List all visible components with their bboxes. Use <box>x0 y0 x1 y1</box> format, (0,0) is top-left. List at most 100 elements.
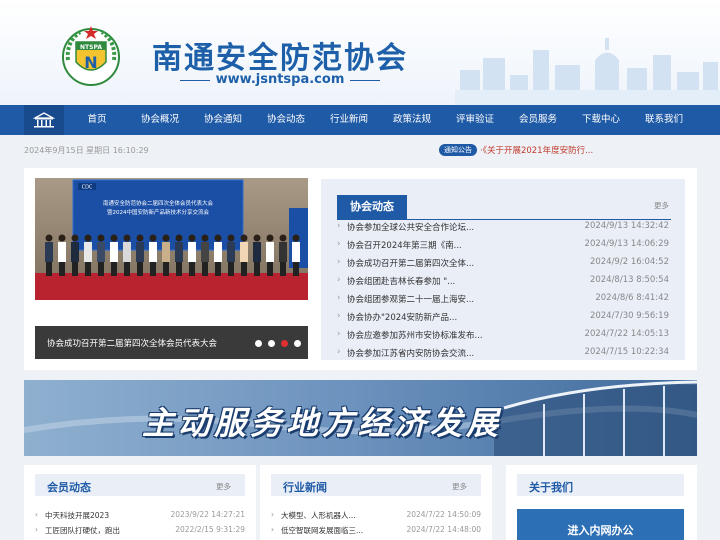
nav-item-policies[interactable]: 政策法规 <box>382 105 442 135</box>
nav-item-contact[interactable]: 联系我们 <box>634 105 694 135</box>
person-body <box>45 242 53 262</box>
member-news-title[interactable]: 会员动态 <box>47 479 91 495</box>
slide-dot-4[interactable] <box>294 340 301 347</box>
person-body <box>266 242 274 262</box>
person-legs <box>150 262 156 276</box>
svg-text:南通安全防范协会二届四次全体会员代表大会: 南通安全防范协会二届四次全体会员代表大会 <box>103 199 214 207</box>
person-legs <box>293 262 299 276</box>
svg-text:暨2024中国安防新产品新技术分享交流会: 暨2024中国安防新产品新技术分享交流会 <box>107 208 209 216</box>
person-body <box>253 242 261 262</box>
industry-news-title[interactable]: 行业新闻 <box>283 479 327 495</box>
nav-item-review[interactable]: 评审验证 <box>445 105 505 135</box>
nav-home-icon-button[interactable] <box>24 105 64 135</box>
person-head <box>84 234 92 242</box>
main-navigation: 首页 协会概况 协会通知 协会动态 行业新闻 政策法规 评审验证 会员服务 下载… <box>0 105 720 135</box>
person-body <box>71 242 79 262</box>
person-legs <box>267 262 273 276</box>
person-head <box>175 234 183 242</box>
person-legs <box>254 262 260 276</box>
person-head <box>136 234 144 242</box>
notice-badge: 通知公告 <box>439 144 477 156</box>
nav-item-home[interactable]: 首页 <box>67 105 127 135</box>
person-body <box>227 242 235 262</box>
news-item[interactable]: › 协会组团参观第二十一届上海安... 2024/8/6 8:41:42 <box>337 293 671 307</box>
person-legs <box>163 262 169 276</box>
intranet-office-button[interactable]: 进入内网办公 <box>517 509 684 540</box>
list-item[interactable]: › 工匠团队打硬仗，跑出 2022/2/15 9:31:29 <box>35 525 245 537</box>
news-item[interactable]: › 协会参加全球公共安全合作论坛... 2024/9/13 14:32:42 <box>337 221 671 235</box>
city-skyline-graphic <box>455 38 720 105</box>
person-body <box>175 242 183 262</box>
person-head <box>110 234 118 242</box>
person-head <box>292 234 300 242</box>
person-legs <box>124 262 130 276</box>
person-body <box>188 242 196 262</box>
person-head <box>45 234 53 242</box>
person-legs <box>46 262 52 276</box>
person-body <box>84 242 92 262</box>
person-body <box>110 242 118 262</box>
news-item[interactable]: › 协会召开2024年第三期《南... 2024/9/13 14:06:29 <box>337 239 671 253</box>
member-news-more-link[interactable]: 更多 <box>216 481 231 492</box>
person-body <box>123 242 131 262</box>
person-body <box>201 242 209 262</box>
list-item[interactable]: › 大模型、人形机器人... 2024/7/22 14:50:09 <box>271 510 481 522</box>
nav-item-industry-news[interactable]: 行业新闻 <box>319 105 379 135</box>
industry-news-header: 行业新闻 更多 <box>271 474 481 496</box>
person-head <box>240 234 248 242</box>
person-legs <box>137 262 143 276</box>
nav-item-member-services[interactable]: 会员服务 <box>508 105 568 135</box>
association-news-tab[interactable]: 协会动态 <box>337 195 407 219</box>
current-date: 2024年9月15日 星期日 16:10:29 <box>24 146 149 155</box>
person-legs <box>228 262 234 276</box>
slide-dot-1[interactable] <box>255 340 262 347</box>
person-head <box>123 234 131 242</box>
person-body <box>214 242 222 262</box>
news-item[interactable]: › 协会协办"2024安防新产品... 2024/7/30 9:56:19 <box>337 311 671 325</box>
person-body <box>292 242 300 262</box>
industry-news-more-link[interactable]: 更多 <box>452 481 467 492</box>
news-item[interactable]: › 协会应邀参加苏州市安协标准发布... 2024/7/22 14:05:13 <box>337 329 671 343</box>
person-head <box>227 234 235 242</box>
svg-text:CDC: CDC <box>82 185 93 191</box>
news-item[interactable]: › 协会组团赴吉林长春参加 "... 2024/8/13 8:50:54 <box>337 275 671 289</box>
person-legs <box>202 262 208 276</box>
member-news-header: 会员动态 更多 <box>35 474 245 496</box>
nav-item-downloads[interactable]: 下载中心 <box>571 105 631 135</box>
list-item[interactable]: › 低空智联网发展面临三... 2024/7/22 14:48:00 <box>271 525 481 537</box>
about-us-header: 关于我们 <box>517 474 684 496</box>
news-item[interactable]: › 协会参加江苏省内安防协会交流... 2024/7/15 10:22:34 <box>337 347 671 361</box>
person-head <box>266 234 274 242</box>
person-body <box>136 242 144 262</box>
slide-dot-2[interactable] <box>268 340 275 347</box>
person-head <box>149 234 157 242</box>
nav-item-notices[interactable]: 协会通知 <box>193 105 253 135</box>
person-body <box>279 242 287 262</box>
banner-slogan: 主动服务地方经济发展 <box>142 404 503 442</box>
person-head <box>58 234 66 242</box>
person-legs <box>176 262 182 276</box>
panel-divider <box>337 219 671 220</box>
slideshow-image[interactable]: CDC 南通安全防范协会二届四次全体会员代表大会 暨2024中国安防新产品新技术… <box>35 178 308 300</box>
slide-dot-3[interactable] <box>281 340 288 347</box>
person-head <box>71 234 79 242</box>
slideshow-caption[interactable]: 协会成功召开第二届第四次全体会员代表大会 <box>47 337 217 349</box>
association-logo-icon[interactable]: NTSPA N <box>58 22 124 88</box>
notice-ticker-link[interactable]: ·《关于开展2021年度安防行... <box>480 144 593 156</box>
person-head <box>97 234 105 242</box>
building-icon <box>33 112 55 128</box>
association-news-more-link[interactable]: 更多 <box>654 200 669 211</box>
news-item[interactable]: › 协会成功召开第二届第四次全体... 2024/9/2 16:04:52 <box>337 257 671 271</box>
promo-banner[interactable]: 主动服务地方经济发展 <box>24 380 697 456</box>
nav-item-activities[interactable]: 协会动态 <box>256 105 316 135</box>
about-us-title[interactable]: 关于我们 <box>529 479 573 495</box>
person-legs <box>189 262 195 276</box>
url-divider-right <box>350 80 380 81</box>
person-legs <box>241 262 247 276</box>
person-legs <box>98 262 104 276</box>
person-body <box>97 242 105 262</box>
nav-item-overview[interactable]: 协会概况 <box>130 105 190 135</box>
list-item[interactable]: › 中天科技开展2023 2023/9/22 14:27:21 <box>35 510 245 522</box>
person-body <box>162 242 170 262</box>
person-head <box>162 234 170 242</box>
